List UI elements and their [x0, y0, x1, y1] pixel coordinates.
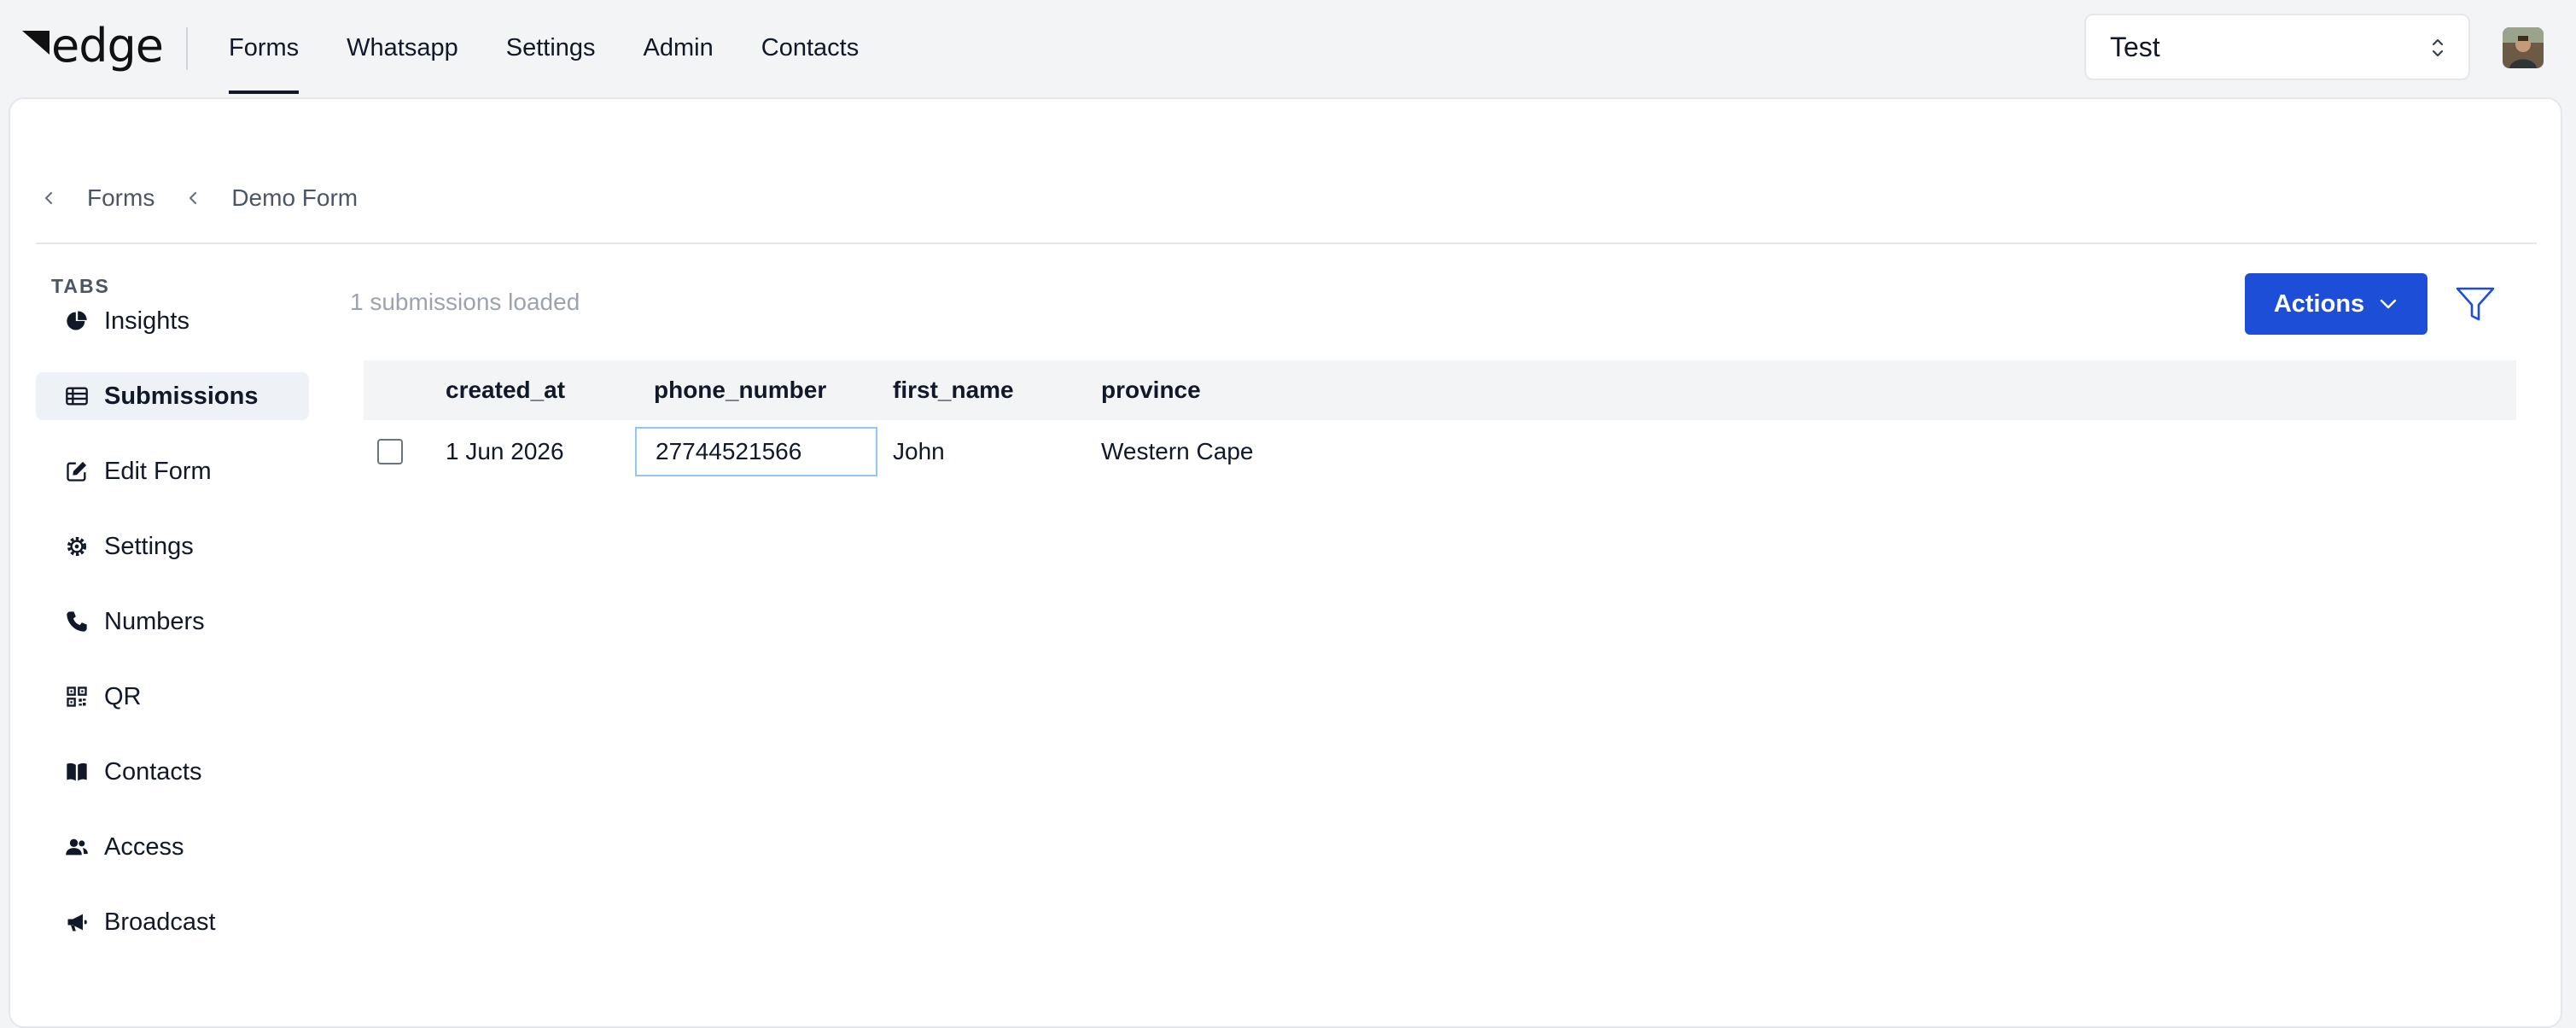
chevron-left-icon	[189, 191, 197, 205]
breadcrumb: Forms Demo Form	[43, 181, 390, 215]
sidebar-item-label: Broadcast	[104, 908, 216, 936]
pie-chart-icon	[65, 309, 89, 333]
sidebar-item-label: Contacts	[104, 757, 202, 786]
book-icon	[65, 760, 89, 784]
actions-button[interactable]: Actions	[2245, 273, 2427, 335]
table-icon	[65, 384, 89, 408]
chevron-up-down-icon	[2432, 38, 2444, 57]
main-panel: Forms Demo Form TABS Insights Submission…	[9, 97, 2562, 1028]
sidebar-item-label: Insights	[104, 307, 189, 335]
column-header-province[interactable]: province	[1101, 377, 1201, 404]
user-avatar[interactable]	[2503, 27, 2544, 68]
sidebar-item-submissions[interactable]: Submissions	[36, 372, 309, 420]
logo-divider	[186, 27, 188, 70]
nav-item-settings[interactable]: Settings	[506, 0, 596, 96]
chevron-left-icon[interactable]	[43, 189, 55, 207]
column-header-first-name[interactable]: first_name	[893, 377, 1014, 404]
sidebar-item-broadcast[interactable]: Broadcast	[36, 898, 309, 946]
users-icon	[65, 835, 89, 859]
megaphone-icon	[65, 910, 89, 934]
sidebar-item-label: Settings	[104, 532, 194, 560]
sidebar: Insights Submissions Edit Form Settings	[36, 297, 309, 973]
breadcrumb-item-demo-form[interactable]: Demo Form	[231, 184, 358, 212]
nav-item-whatsapp[interactable]: Whatsapp	[347, 0, 458, 96]
submissions-count-text: 1 submissions loaded	[350, 289, 580, 315]
sidebar-item-numbers[interactable]: Numbers	[36, 598, 309, 645]
logo-text: edge	[51, 19, 164, 73]
sidebar-item-label: QR	[104, 682, 142, 710]
sidebar-item-qr[interactable]: QR	[36, 673, 309, 721]
sidebar-item-edit-form[interactable]: Edit Form	[36, 447, 309, 495]
avatar-image-icon	[2503, 27, 2544, 68]
sidebar-item-insights[interactable]: Insights	[36, 297, 309, 345]
phone-icon	[65, 610, 89, 634]
sidebar-item-access[interactable]: Access	[36, 823, 309, 871]
gear-icon	[65, 534, 89, 558]
sidebar-item-label: Submissions	[104, 382, 259, 410]
cell-phone-number: 27744521566	[656, 438, 802, 464]
cell-phone-number-selected[interactable]: 27744521566	[635, 427, 877, 476]
sidebar-heading: TABS	[51, 275, 110, 297]
cell-created-at: 1 Jun 2026	[446, 438, 564, 464]
table-header-row: created_at phone_number first_name provi…	[364, 360, 2516, 420]
row-select-checkbox[interactable]	[377, 439, 403, 464]
sidebar-item-label: Edit Form	[104, 457, 212, 485]
organization-select[interactable]: Test	[2084, 14, 2470, 80]
sidebar-item-label: Access	[104, 832, 184, 861]
cell-province: Western Cape	[1101, 438, 1254, 464]
logo-mark-icon	[22, 31, 50, 55]
organization-select-value: Test	[2110, 31, 2160, 62]
main-nav: Forms Whatsapp Settings Admin Contacts	[229, 0, 906, 97]
breadcrumb-item-forms[interactable]: Forms	[87, 184, 154, 212]
actions-button-label: Actions	[2273, 289, 2365, 318]
filter-icon[interactable]	[2453, 282, 2497, 326]
sidebar-item-contacts[interactable]: Contacts	[36, 748, 309, 796]
top-navigation-bar: edge Forms Whatsapp Settings Admin Conta…	[0, 0, 2576, 97]
sidebar-item-label: Numbers	[104, 607, 205, 635]
edit-icon	[65, 459, 89, 483]
nav-item-contacts[interactable]: Contacts	[761, 0, 859, 96]
chevron-down-icon	[2380, 299, 2397, 309]
table-row[interactable]: 1 Jun 2026 27744521566 John Western Cape	[364, 420, 2516, 483]
nav-item-forms[interactable]: Forms	[229, 0, 300, 96]
column-header-created-at[interactable]: created_at	[446, 377, 565, 404]
edge-logo[interactable]: edge	[22, 19, 164, 73]
cell-first-name: John	[893, 438, 945, 464]
nav-item-admin[interactable]: Admin	[644, 0, 714, 96]
sidebar-item-settings[interactable]: Settings	[36, 523, 309, 570]
column-header-phone-number[interactable]: phone_number	[654, 377, 826, 404]
header-divider	[36, 242, 2537, 244]
qr-code-icon	[65, 685, 89, 709]
submissions-table: created_at phone_number first_name provi…	[364, 360, 2516, 483]
